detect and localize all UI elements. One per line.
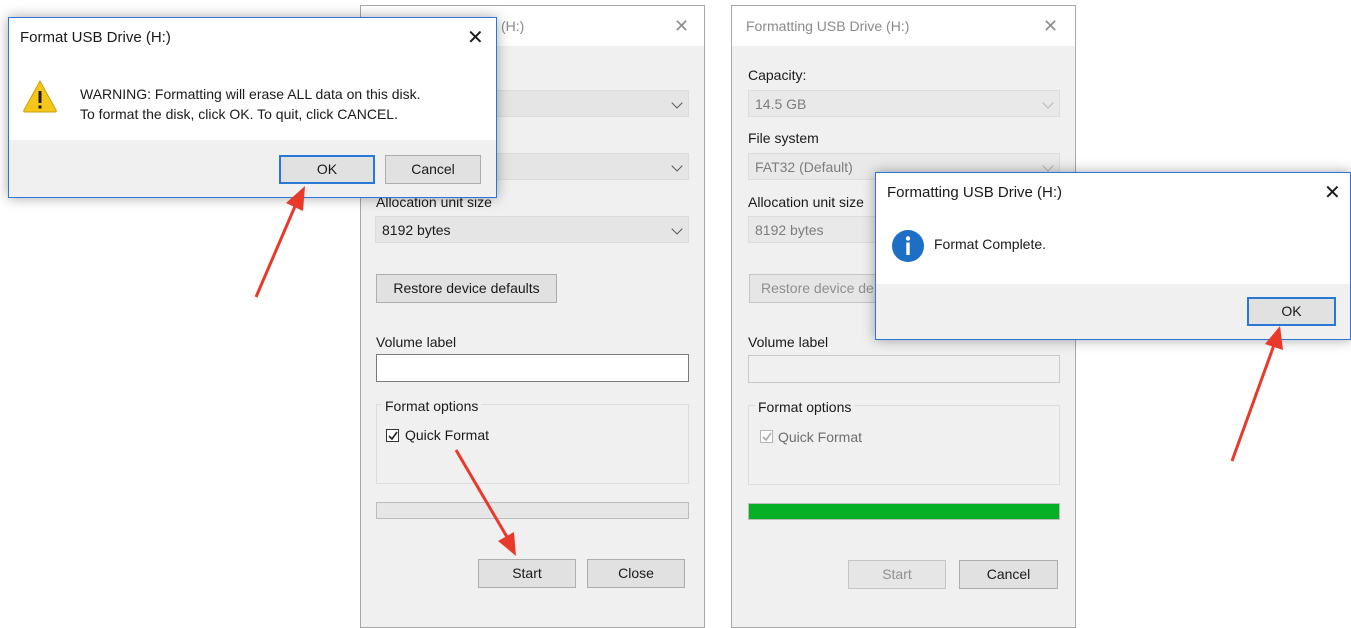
warning-dialog-title: Format USB Drive (H:) (20, 29, 171, 46)
ok-button[interactable]: OK (279, 155, 375, 184)
format-options-group (376, 404, 689, 484)
format-complete-footer: OK (876, 284, 1350, 339)
info-icon (892, 230, 924, 262)
chevron-down-icon (671, 97, 683, 109)
start-button[interactable]: Start (478, 559, 576, 588)
close-icon[interactable]: ✕ (674, 16, 689, 37)
filesystem-label: File system (748, 130, 819, 146)
ok-button[interactable]: OK (1247, 297, 1336, 326)
volume-label-input[interactable] (748, 355, 1060, 383)
allocation-combo[interactable]: 8192 bytes (375, 216, 689, 243)
capacity-value: 14.5 GB (755, 96, 807, 112)
warning-dialog-footer: OK Cancel (9, 140, 496, 197)
volume-label: Volume label (376, 334, 457, 350)
close-icon[interactable]: ✕ (1324, 180, 1341, 205)
quick-format-checkbox[interactable] (386, 429, 399, 442)
arrow-to-ok-button (254, 186, 305, 298)
format-options-title: Format options (755, 399, 855, 415)
allocation-value: 8192 bytes (755, 222, 824, 238)
quick-format-label[interactable]: Quick Format (405, 427, 489, 443)
close-icon[interactable]: ✕ (467, 25, 484, 50)
cancel-button[interactable]: Cancel (385, 155, 481, 184)
quick-format-label[interactable]: Quick Format (778, 429, 862, 445)
cancel-button[interactable]: Cancel (959, 560, 1058, 589)
chevron-down-icon (671, 160, 683, 172)
close-icon[interactable]: ✕ (1043, 16, 1058, 37)
capacity-combo[interactable]: 14.5 GB (748, 90, 1060, 117)
close-button[interactable]: Close (587, 559, 685, 588)
format-complete-dialog: Formatting USB Drive (H:) ✕ Format Compl… (875, 172, 1351, 340)
filesystem-value: FAT32 (Default) (755, 159, 853, 175)
allocation-label: Allocation unit size (748, 194, 864, 210)
format-complete-title: Formatting USB Drive (H:) (887, 184, 1063, 201)
chevron-down-icon (671, 223, 683, 235)
restore-defaults-button[interactable]: Restore device defaults (376, 274, 557, 303)
chevron-down-icon (1042, 160, 1054, 172)
format-progress-bar (748, 503, 1060, 520)
format-complete-message: Format Complete. (934, 236, 1047, 252)
arrow-to-complete-ok-button (1230, 326, 1283, 462)
volume-label-input[interactable] (376, 354, 689, 382)
format-progress-bar (376, 502, 689, 519)
chevron-down-icon (1042, 97, 1054, 109)
format-dialog-title: (H:) (501, 18, 525, 34)
format-progress-fill (749, 504, 1059, 519)
start-button[interactable]: Start (848, 560, 946, 589)
capacity-label: Capacity: (748, 67, 807, 83)
format-options-group (748, 405, 1060, 485)
format-options-title: Format options (382, 398, 482, 414)
allocation-value: 8192 bytes (382, 222, 451, 238)
warning-dialog: Format USB Drive (H:) ✕ WARNING: Formatt… (8, 17, 497, 198)
formatting-dialog-titlebar: Formatting USB Drive (H:) ✕ (732, 6, 1075, 46)
warning-icon (23, 79, 57, 113)
volume-label: Volume label (748, 334, 829, 350)
warning-line-1: WARNING: Formatting will erase ALL data … (80, 86, 421, 102)
warning-line-2: To format the disk, click OK. To quit, c… (80, 106, 398, 122)
formatting-dialog-title: Formatting USB Drive (H:) (746, 18, 910, 34)
quick-format-checkbox[interactable] (760, 430, 773, 443)
